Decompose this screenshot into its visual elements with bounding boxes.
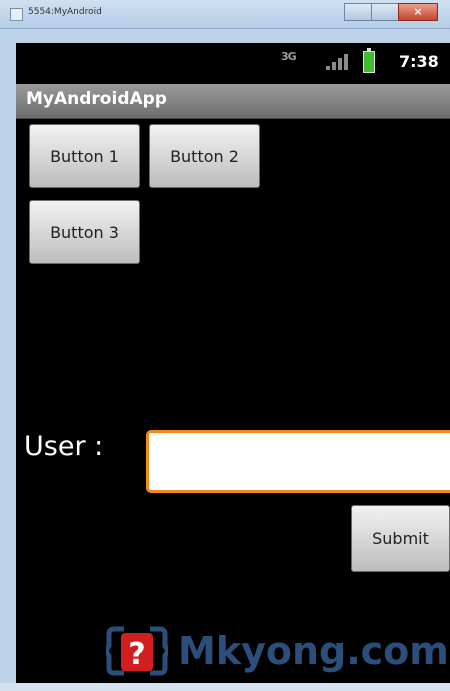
button-3[interactable]: Button 3 xyxy=(29,200,140,264)
minimize-button[interactable] xyxy=(344,3,371,21)
user-input[interactable] xyxy=(146,430,450,493)
app-window-icon xyxy=(10,8,23,21)
signal-icon xyxy=(326,54,348,70)
device-screen: 3G 7:38 MyAndroidApp Button 1 Button 2 B… xyxy=(16,43,450,683)
close-button[interactable]: × xyxy=(398,3,438,21)
maximize-button[interactable] xyxy=(371,3,398,21)
emulator-window: 5554:MyAndroid × 3G 7:38 MyAndroidApp Bu… xyxy=(0,0,450,691)
mkyong-logo-icon: ? xyxy=(106,626,168,676)
button-1[interactable]: Button 1 xyxy=(29,124,140,188)
battery-icon xyxy=(363,48,375,73)
window-titlebar[interactable]: 5554:MyAndroid × xyxy=(0,0,450,29)
status-bar: 3G 7:38 xyxy=(16,43,450,81)
watermark-text: Mkyong.com xyxy=(178,629,449,673)
window-title: 5554:MyAndroid xyxy=(28,7,102,17)
app-title: MyAndroidApp xyxy=(26,89,167,109)
window-controls: × xyxy=(344,3,438,21)
data-indicator-icon: 3G xyxy=(281,50,297,63)
app-title-bar: MyAndroidApp xyxy=(16,84,450,119)
watermark: ? Mkyong.com xyxy=(106,623,449,679)
submit-button[interactable]: Submit xyxy=(351,505,450,572)
window-bottom-border xyxy=(0,683,450,691)
button-2[interactable]: Button 2 xyxy=(149,124,260,188)
clock: 7:38 xyxy=(399,52,439,71)
svg-text:?: ? xyxy=(128,637,145,672)
user-label: User : xyxy=(24,431,104,462)
